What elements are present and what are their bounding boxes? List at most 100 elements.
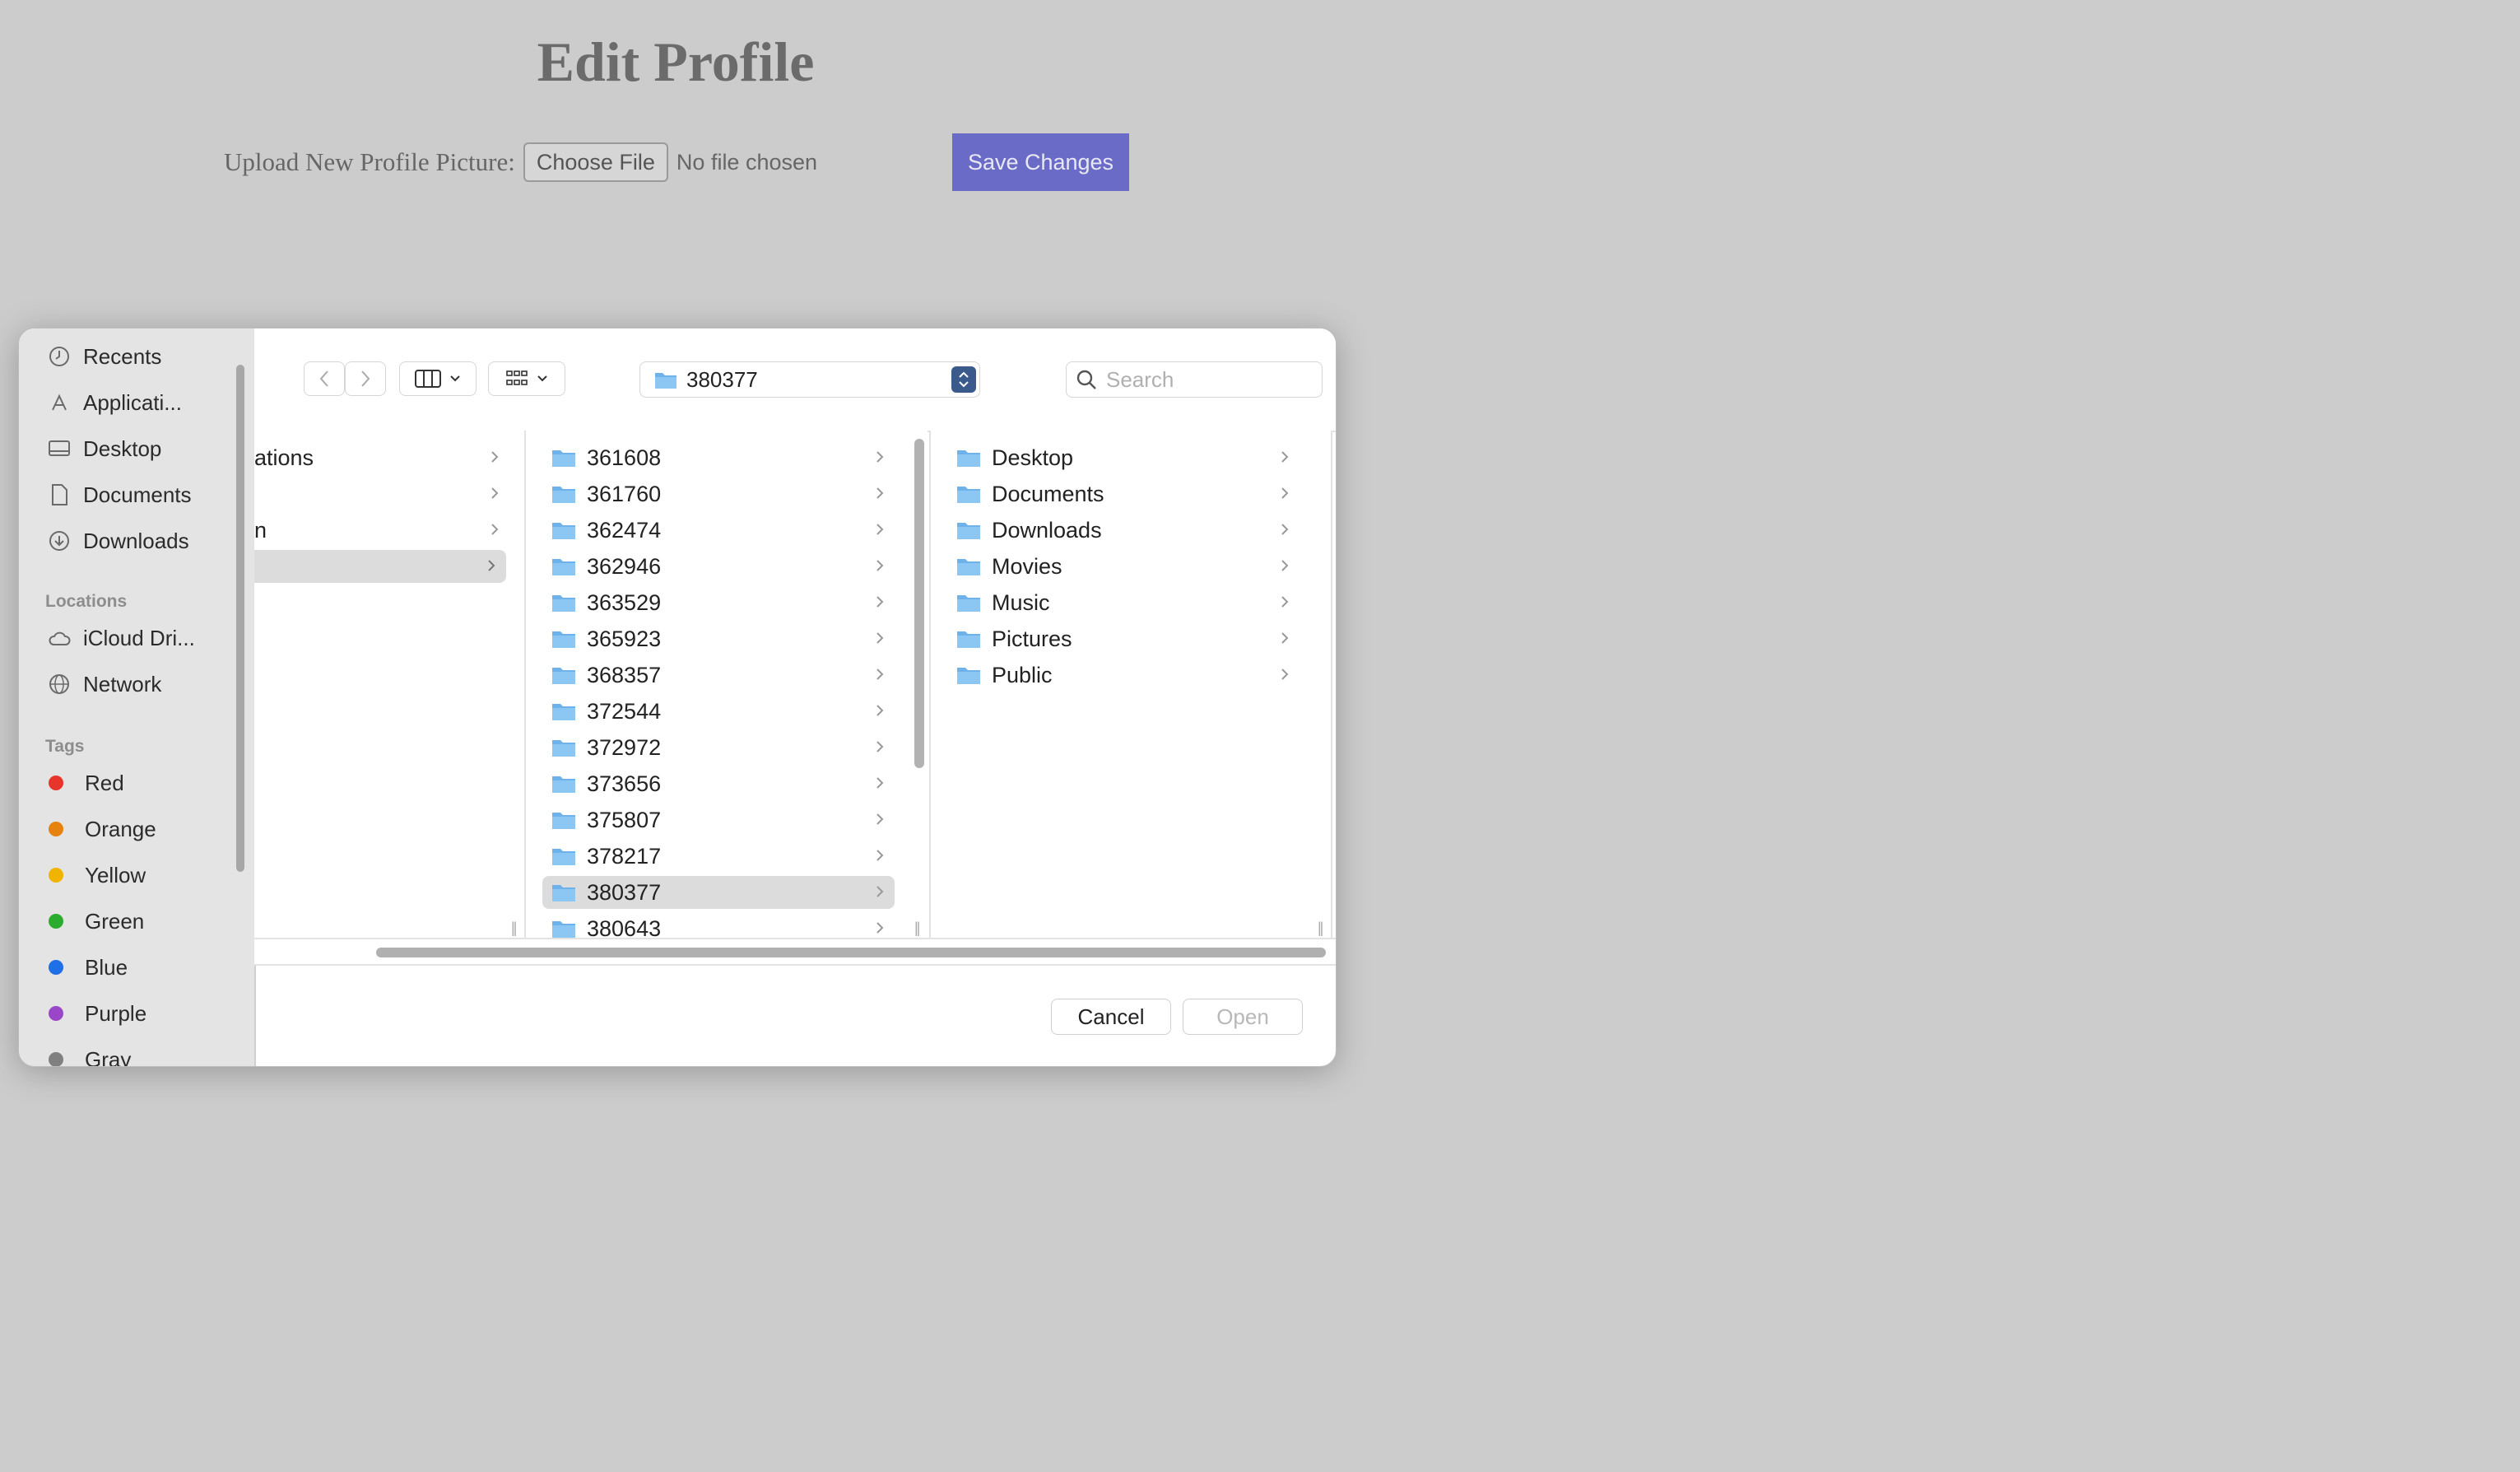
sidebar-tag-gray[interactable]: Gray: [42, 1041, 131, 1066]
sidebar-tag-blue[interactable]: Blue: [42, 949, 128, 985]
sidebar-tag-green[interactable]: Green: [42, 903, 144, 939]
sidebar-tag-purple[interactable]: Purple: [42, 995, 146, 1032]
list-item[interactable]: 380643: [542, 912, 895, 938]
sidebar-item-icloud[interactable]: iCloud Dri...: [47, 620, 195, 656]
popup-stepper-icon: [951, 366, 976, 393]
document-icon: [47, 482, 72, 507]
chevron-right-icon: [876, 777, 884, 789]
green-tag-icon: [49, 914, 63, 929]
list-item[interactable]: n: [254, 514, 509, 547]
list-item-selected[interactable]: 380377: [542, 876, 895, 909]
save-changes-button[interactable]: Save Changes: [952, 133, 1129, 191]
folder-path-popup[interactable]: 380377: [639, 361, 980, 398]
column-resize-grip[interactable]: ||: [511, 920, 518, 937]
search-icon: [1076, 370, 1096, 389]
column-resize-grip[interactable]: ||: [1318, 920, 1324, 937]
folder-icon: [957, 631, 980, 648]
sidebar-scrollbar[interactable]: [236, 365, 244, 872]
column-resize-grip[interactable]: ||: [914, 920, 921, 937]
list-item[interactable]: 362474: [542, 514, 895, 547]
chevron-down-icon: [537, 375, 547, 382]
list-item[interactable]: 361608: [542, 441, 895, 474]
sidebar-item-label: Downloads: [83, 528, 189, 553]
list-item[interactable]: Public: [947, 659, 1300, 692]
list-item[interactable]: 365923: [542, 622, 895, 655]
list-item[interactable]: ations: [254, 441, 509, 474]
sidebar-item-desktop[interactable]: Desktop: [47, 431, 161, 467]
purple-tag-icon: [49, 1006, 63, 1021]
list-item[interactable]: 372972: [542, 731, 895, 764]
column-2-scrollbar[interactable]: [914, 439, 924, 768]
sidebar-item-label: Green: [85, 908, 145, 934]
chevron-right-icon: [876, 741, 884, 752]
folder-icon: [552, 885, 575, 901]
sidebar-item-label: Blue: [85, 954, 128, 980]
chevron-right-icon: [876, 632, 884, 644]
chevron-right-icon: [876, 524, 884, 535]
list-item[interactable]: Desktop: [947, 441, 1300, 474]
chevron-right-icon: [1281, 596, 1289, 608]
list-item[interactable]: 362946: [542, 550, 895, 583]
sidebar-item-downloads[interactable]: Downloads: [47, 523, 189, 559]
list-item[interactable]: 375807: [542, 804, 895, 836]
chevron-right-icon: [491, 451, 499, 463]
sidebar-tag-red[interactable]: Red: [42, 765, 124, 801]
sidebar-item-applications[interactable]: Applicati...: [47, 384, 182, 421]
chevron-right-icon: [876, 451, 884, 463]
view-mode-button[interactable]: [399, 361, 477, 396]
chevron-right-icon: [876, 922, 884, 934]
dialog-sidebar: Recents Applicati... Desktop Documents D…: [19, 328, 256, 1066]
sidebar-item-label: Documents: [83, 482, 192, 507]
list-item[interactable]: 372544: [542, 695, 895, 728]
sidebar-item-recents[interactable]: Recents: [47, 338, 161, 375]
sidebar-item-documents[interactable]: Documents: [47, 477, 192, 513]
cancel-button[interactable]: Cancel: [1051, 999, 1171, 1035]
item-label: Desktop: [992, 445, 1074, 470]
list-item[interactable]: 378217: [542, 840, 895, 873]
horizontal-scrollbar[interactable]: [376, 948, 1326, 957]
folder-icon: [655, 373, 676, 389]
list-item[interactable]: Pictures: [947, 622, 1300, 655]
forward-button[interactable]: [345, 361, 386, 396]
sidebar-tag-yellow[interactable]: Yellow: [42, 857, 146, 893]
chevron-right-icon: [876, 813, 884, 825]
folder-icon: [957, 523, 980, 539]
sidebar-item-network[interactable]: Network: [47, 666, 161, 702]
chevron-right-icon: [491, 524, 499, 535]
sidebar-item-label: Orange: [85, 816, 156, 841]
item-label: 380643: [587, 915, 662, 939]
group-button[interactable]: [488, 361, 565, 396]
folder-icon: [957, 668, 980, 684]
yellow-tag-icon: [49, 868, 63, 883]
search-field[interactable]: [1066, 361, 1323, 398]
item-label: 362946: [587, 553, 662, 579]
folder-icon: [957, 559, 980, 575]
list-item[interactable]: Downloads: [947, 514, 1300, 547]
list-item[interactable]: Music: [947, 586, 1300, 619]
list-item[interactable]: 373656: [542, 767, 895, 800]
red-tag-icon: [49, 776, 63, 790]
list-item[interactable]: 368357: [542, 659, 895, 692]
list-item[interactable]: 363529: [542, 586, 895, 619]
chevron-right-icon: [876, 596, 884, 608]
back-button[interactable]: [304, 361, 345, 396]
list-item[interactable]: Movies: [947, 550, 1300, 583]
choose-file-button[interactable]: Choose File: [523, 142, 668, 182]
list-item[interactable]: [254, 477, 509, 510]
open-button[interactable]: Open: [1183, 999, 1303, 1035]
sidebar-item-label: Red: [85, 770, 124, 795]
sidebar-tag-orange[interactable]: Orange: [42, 811, 156, 847]
sidebar-item-label: Gray: [85, 1046, 132, 1067]
sidebar-item-label: Purple: [85, 1000, 147, 1026]
columns-view-icon: [415, 370, 441, 388]
list-item[interactable]: Documents: [947, 477, 1300, 510]
item-label: n: [254, 517, 267, 543]
search-input[interactable]: [1104, 366, 1305, 394]
list-item-selected[interactable]: [254, 550, 506, 583]
item-label: ations: [254, 445, 314, 470]
list-item[interactable]: 361760: [542, 477, 895, 510]
item-label: 365923: [587, 626, 662, 651]
folder-icon: [552, 740, 575, 757]
folder-icon: [552, 450, 575, 467]
folder-icon: [552, 776, 575, 793]
